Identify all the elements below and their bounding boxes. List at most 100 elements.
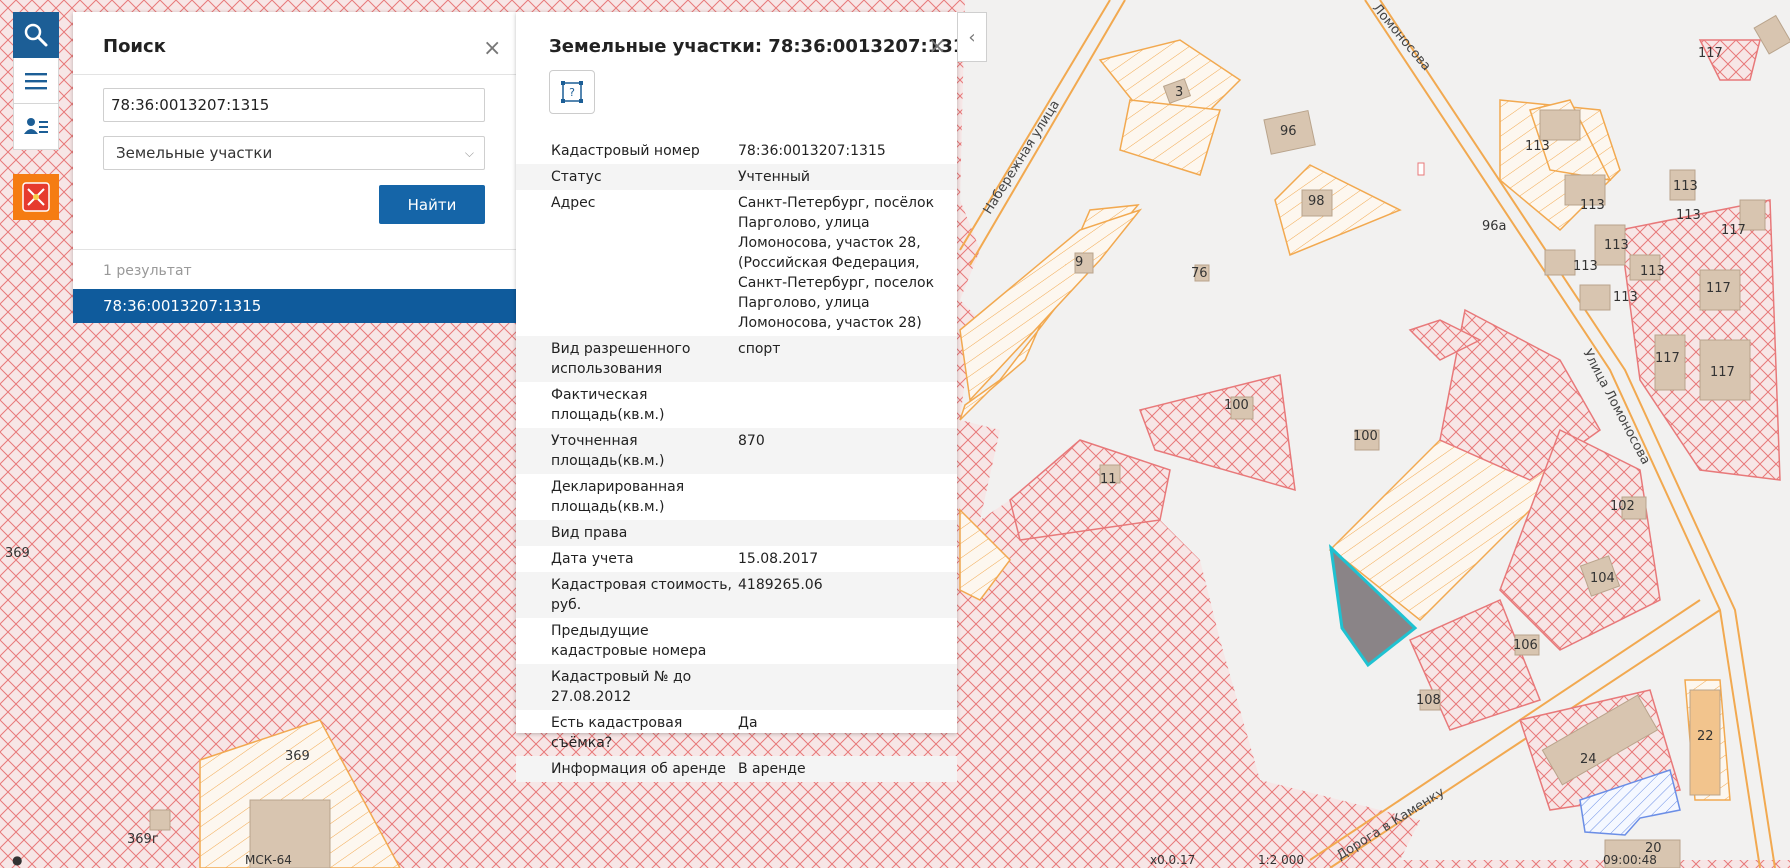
attribute-value [738, 664, 957, 710]
house-number: 3 [1175, 85, 1183, 100]
attribute-row: Адрес Санкт-Петербург, посёлок Парголово,… [516, 190, 957, 336]
info-close-icon[interactable]: × [928, 36, 946, 58]
search-input[interactable]: 78:36:0013207:1315 [103, 88, 485, 122]
attribute-value: Санкт-Петербург, посёлок Парголово, улиц… [738, 195, 935, 331]
parcel-info-panel: Земельные участки: 78:36:0013207:1315 × … [516, 12, 978, 782]
location-pin-icon: ● [12, 853, 23, 867]
house-number: 113 [1573, 259, 1598, 274]
attribute-row: Уточненная площадь(кв.м.) 870 [516, 428, 957, 474]
attribute-row: Фактическая площадь(кв.м.) [516, 382, 957, 428]
attribute-key: Есть кадастровая съёмка? [551, 715, 683, 751]
time-label: 09:00:48 [1603, 853, 1657, 867]
attribute-row: Есть кадастровая съёмка? Да [516, 710, 957, 756]
house-number: 98 [1308, 194, 1325, 209]
scale-factor: x0.0.17 [1150, 853, 1196, 867]
house-number: 117 [1721, 223, 1746, 238]
layer-select[interactable]: Земельные участки ⌵ [103, 136, 485, 170]
attribute-key: Уточненная площадь(кв.м.) [551, 433, 665, 469]
house-number: 113 [1673, 179, 1698, 194]
emblem-icon [22, 182, 50, 212]
attribute-row: Вид права [516, 520, 957, 546]
chevron-down-icon: ⌵ [464, 146, 474, 160]
collapse-panel-button[interactable]: ‹ [957, 12, 987, 62]
attribute-value: 870 [738, 433, 765, 449]
search-close-icon[interactable]: × [483, 38, 501, 60]
attribute-value: 4189265.06 [738, 577, 823, 593]
search-icon [24, 23, 48, 47]
house-number: 24 [1580, 752, 1597, 767]
attribute-key: Кадастровый номер [551, 143, 700, 159]
divider [73, 249, 516, 250]
house-number: 117 [1706, 281, 1731, 296]
attribute-row: Дата учета 15.08.2017 [516, 546, 957, 572]
attribute-key: Информация об аренде [551, 761, 726, 777]
attribute-row: Вид разрешенного использования спорт [516, 336, 957, 382]
extent-question-icon: ? [561, 81, 583, 103]
info-panel-title: Земельные участки: 78:36:0013207:1315 [549, 36, 978, 57]
map-marker[interactable] [1417, 162, 1425, 176]
attribute-value: В аренде [738, 761, 806, 777]
house-number: 113 [1613, 290, 1638, 305]
house-number: 102 [1610, 499, 1635, 514]
search-panel-title: Поиск [103, 36, 166, 57]
attribute-key: Предыдущие кадастровые номера [551, 623, 707, 659]
house-number: 100 [1353, 429, 1378, 444]
house-number: 117 [1698, 46, 1723, 61]
attribute-key: Дата учета [551, 551, 634, 567]
attribute-value: 78:36:0013207:1315 [738, 143, 886, 159]
show-extent-button[interactable]: ? [549, 70, 595, 114]
house-number: 104 [1590, 571, 1615, 586]
attribute-row: Информация об аренде В аренде [516, 756, 957, 782]
house-number: 106 [1513, 638, 1538, 653]
attribute-table: Кадастровый номер 78:36:0013207:1315 Стату… [516, 138, 957, 782]
scale-label: 1:2 000 [1258, 853, 1305, 867]
attribute-value [738, 618, 957, 664]
attribute-value: спорт [738, 341, 781, 357]
house-number: 117 [1655, 351, 1680, 366]
attribute-value: 15.08.2017 [738, 551, 819, 567]
attribute-key: Адрес [551, 195, 596, 211]
svg-text:?: ? [569, 86, 575, 99]
attribute-value [738, 474, 957, 520]
attribute-key: Декларированная площадь(кв.м.) [551, 479, 685, 515]
attribute-row: Статус Учтенный [516, 164, 957, 190]
attribute-value: Да [738, 715, 758, 731]
attribute-key: Статус [551, 169, 602, 185]
house-number: 113 [1640, 264, 1665, 279]
find-button[interactable]: Найти [379, 185, 485, 224]
house-number: 369 [285, 749, 310, 764]
house-number: 22 [1697, 729, 1714, 744]
house-number: 76 [1191, 266, 1208, 281]
spb-emblem-button[interactable] [13, 174, 59, 220]
attribute-key: Вид разрешенного использования [551, 341, 691, 377]
house-number: 113 [1604, 238, 1629, 253]
search-panel: Поиск × 78:36:0013207:1315 Земельные уча… [73, 12, 516, 323]
divider [73, 74, 516, 75]
attribute-key: Кадастровый № до 27.08.2012 [551, 669, 692, 705]
house-number: 113 [1676, 208, 1701, 223]
house-number: 113 [1580, 198, 1605, 213]
house-number: 96 [1280, 124, 1297, 139]
layer-select-value: Земельные участки [116, 144, 273, 162]
layers-menu-button[interactable] [13, 58, 59, 104]
status-bar: ● МСК-64 x0.0.17 1:2 000 09:00:48 [0, 852, 1790, 868]
attribute-value: Учтенный [738, 169, 811, 185]
house-number: 369 [5, 546, 30, 561]
user-info-button[interactable] [13, 104, 59, 150]
user-list-icon [24, 117, 48, 134]
attribute-key: Вид права [551, 525, 628, 541]
house-number: 117 [1710, 365, 1735, 380]
attribute-row: Предыдущие кадастровые номера [516, 618, 957, 664]
attribute-value [738, 520, 957, 546]
search-tool-button[interactable] [13, 12, 59, 58]
house-number: 9 [1075, 255, 1083, 270]
search-result-item[interactable]: 78:36:0013207:1315 [73, 289, 516, 323]
attribute-row: Кадастровый № до 27.08.2012 [516, 664, 957, 710]
menu-icon [25, 72, 47, 89]
attribute-row: Кадастровая стоимость, руб. 4189265.06 [516, 572, 957, 618]
attribute-value [738, 382, 957, 428]
house-number: 108 [1416, 693, 1441, 708]
left-toolbar [13, 12, 59, 220]
house-number: 369г [127, 832, 159, 847]
result-count: 1 результат [103, 263, 192, 279]
